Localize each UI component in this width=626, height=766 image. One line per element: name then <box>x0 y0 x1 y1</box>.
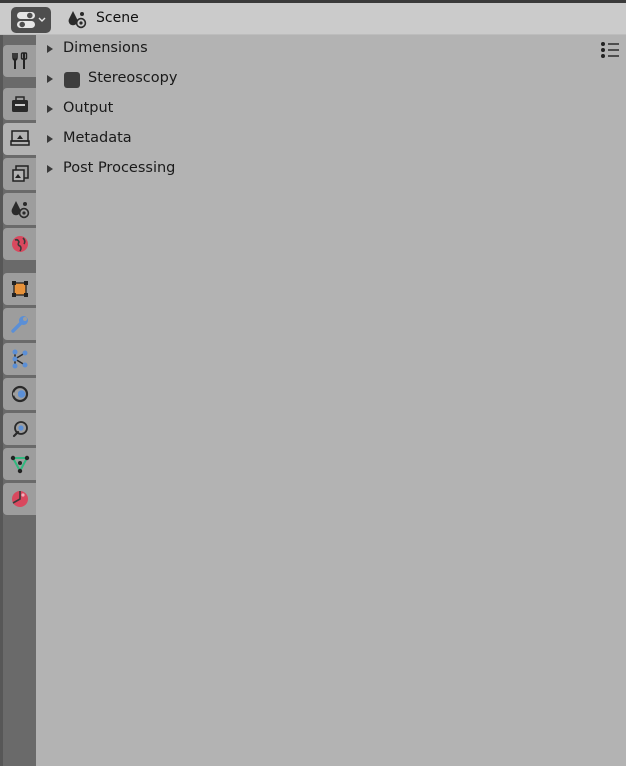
tab-render[interactable] <box>3 88 36 120</box>
data-icon <box>10 455 29 474</box>
tab-view-layer[interactable] <box>3 158 36 190</box>
material-icon <box>11 491 28 507</box>
object-icon <box>11 281 28 297</box>
tab-particles[interactable] <box>3 343 36 375</box>
physics-icon <box>11 385 28 403</box>
tab-physics[interactable] <box>3 378 36 410</box>
collapse-arrow-icon[interactable] <box>47 45 53 53</box>
scene-icon <box>67 9 89 33</box>
render-icon <box>11 96 28 112</box>
collapse-arrow-icon[interactable] <box>47 75 53 83</box>
tool-icon <box>11 52 27 69</box>
panel-output[interactable]: Output <box>36 95 626 125</box>
tab-world[interactable] <box>3 228 36 260</box>
particles-icon <box>12 349 27 369</box>
panel-label: Output <box>63 100 114 116</box>
panel-stereoscopy[interactable]: Stereoscopy <box>36 65 626 95</box>
properties-content: Dimensions Stereoscopy Output Metadata P… <box>36 35 626 766</box>
tab-scene[interactable] <box>3 193 36 225</box>
tab-constraints[interactable] <box>3 413 36 445</box>
properties-header: Scene <box>0 3 626 35</box>
panel-options-icon[interactable] <box>600 41 620 63</box>
modifier-icon <box>10 316 28 333</box>
view-layer-icon <box>11 165 29 182</box>
properties-tab-bar <box>0 35 36 766</box>
tab-output[interactable] <box>3 123 36 155</box>
panel-label: Stereoscopy <box>88 70 178 86</box>
panel-label: Dimensions <box>63 40 148 56</box>
panel-label: Metadata <box>63 130 132 146</box>
properties-editor-icon <box>17 12 46 28</box>
panel-metadata[interactable]: Metadata <box>36 125 626 155</box>
output-icon <box>9 130 30 146</box>
constraints-icon <box>12 421 28 438</box>
scene-icon <box>11 201 29 219</box>
context-breadcrumb[interactable]: Scene <box>96 10 139 26</box>
editor-type-button[interactable] <box>11 7 51 33</box>
tab-tool[interactable] <box>3 45 36 77</box>
panel-dimensions[interactable]: Dimensions <box>36 35 626 65</box>
stereoscopy-checkbox[interactable] <box>64 72 80 88</box>
collapse-arrow-icon[interactable] <box>47 105 53 113</box>
tab-material[interactable] <box>3 483 36 515</box>
tab-modifier[interactable] <box>3 308 36 340</box>
panel-post-processing[interactable]: Post Processing <box>36 155 626 185</box>
tab-data[interactable] <box>3 448 36 480</box>
tab-object[interactable] <box>3 273 36 305</box>
panel-label: Post Processing <box>63 160 176 176</box>
collapse-arrow-icon[interactable] <box>47 165 53 173</box>
world-icon <box>11 236 28 252</box>
collapse-arrow-icon[interactable] <box>47 135 53 143</box>
